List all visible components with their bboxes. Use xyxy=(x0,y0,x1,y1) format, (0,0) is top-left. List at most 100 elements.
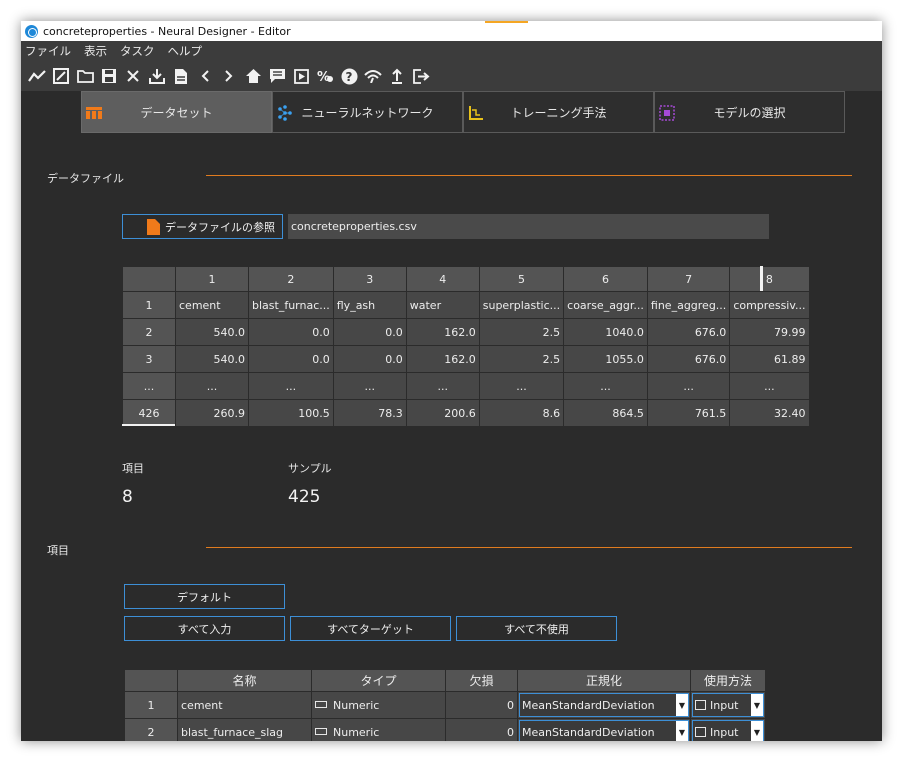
use-select[interactable]: Input ▼ xyxy=(690,718,766,741)
variables-count-value: 8 xyxy=(122,487,133,507)
table-cell: fine_aggreg... xyxy=(646,291,731,319)
use-value: Input xyxy=(710,698,739,712)
vertical-scrollbar[interactable] xyxy=(760,266,763,291)
window-title: concreteproperties - Neural Designer - E… xyxy=(43,24,291,38)
table-cell: 260.9 xyxy=(175,399,249,427)
menu-bar: ファイル 表示 タスク ヘルプ xyxy=(21,41,882,61)
column-header: 2 xyxy=(248,266,334,292)
forward-icon[interactable] xyxy=(217,65,241,87)
all-unused-button[interactable]: すべて不使用 xyxy=(456,616,617,641)
missing-values-cell: 0 xyxy=(445,691,518,719)
table-cell: ... xyxy=(248,372,334,400)
table-cell: 32.40 xyxy=(729,399,810,427)
tab-label: トレーニング手法 xyxy=(510,105,607,120)
dataset-icon xyxy=(86,107,102,119)
exit-icon[interactable] xyxy=(409,65,433,87)
tab-training-strategy[interactable]: トレーニング手法 xyxy=(463,91,654,133)
samples-count-label: サンプル xyxy=(288,462,332,475)
table-row: 2 540.0 0.0 0.0 162.0 2.5 1040.0 676.0 7… xyxy=(122,318,810,346)
svg-text:?: ? xyxy=(345,70,352,84)
tab-dataset[interactable]: データセット xyxy=(81,91,272,133)
column-header: 使用方法 xyxy=(690,669,766,692)
table-cell: ... xyxy=(332,372,407,400)
variable-name-cell[interactable]: blast_furnace_slag xyxy=(177,718,312,741)
use-value: Input xyxy=(710,725,739,739)
table-cell: 864.5 xyxy=(563,399,648,427)
corner-cell xyxy=(124,669,178,692)
title-accent xyxy=(485,21,528,23)
menu-file[interactable]: ファイル xyxy=(25,43,71,59)
input-icon xyxy=(695,700,706,710)
tasks-icon[interactable]: % xyxy=(313,65,337,87)
all-target-button[interactable]: すべてターゲット xyxy=(290,616,451,641)
network-icon[interactable] xyxy=(361,65,385,87)
document-icon[interactable] xyxy=(169,65,193,87)
comment-icon[interactable] xyxy=(265,65,289,87)
table-cell: 676.0 xyxy=(646,345,731,373)
chevron-down-icon[interactable]: ▼ xyxy=(751,694,763,716)
menu-help[interactable]: ヘルプ xyxy=(168,43,203,59)
table-cell: blast_furnac... xyxy=(248,291,334,319)
tab-neural-network[interactable]: ニューラルネットワーク xyxy=(272,91,463,133)
column-header: 6 xyxy=(563,266,648,292)
table-cell: 162.0 xyxy=(405,318,480,346)
variable-type-cell: Numeric xyxy=(311,718,446,741)
column-header: 4 xyxy=(405,266,480,292)
scaler-select[interactable]: MeanStandardDeviation ▼ xyxy=(517,718,691,741)
variable-type: Numeric xyxy=(333,698,380,712)
close-icon[interactable] xyxy=(121,65,145,87)
neural-designer-logo-icon xyxy=(25,24,38,38)
menu-task[interactable]: タスク xyxy=(120,43,155,59)
play-icon[interactable] xyxy=(289,65,313,87)
home-icon[interactable] xyxy=(241,65,265,87)
download-icon[interactable] xyxy=(145,65,169,87)
column-header: 5 xyxy=(478,266,565,292)
chevron-down-icon[interactable]: ▼ xyxy=(676,721,688,741)
upload-icon[interactable] xyxy=(385,65,409,87)
line-chart-icon[interactable] xyxy=(25,65,49,87)
open-folder-icon[interactable] xyxy=(73,65,97,87)
table-cell: 540.0 xyxy=(175,345,249,373)
input-icon xyxy=(695,727,706,737)
edit-chart-icon[interactable] xyxy=(49,65,73,87)
save-icon[interactable] xyxy=(97,65,121,87)
table-cell: compressiv... xyxy=(729,291,810,319)
table-cell: coarse_aggr... xyxy=(563,291,648,319)
numeric-icon xyxy=(315,727,327,735)
menu-view[interactable]: 表示 xyxy=(84,43,107,59)
table-cell: ... xyxy=(563,372,648,400)
tab-model-selection[interactable]: モデルの選択 xyxy=(654,91,845,133)
back-icon[interactable] xyxy=(193,65,217,87)
row-header: 1 xyxy=(122,291,176,319)
scaler-select[interactable]: MeanStandardDeviation ▼ xyxy=(517,691,691,719)
table-cell: 8.6 xyxy=(478,399,565,427)
table-cell: ... xyxy=(405,372,480,400)
use-select[interactable]: Input ▼ xyxy=(690,691,766,719)
chevron-down-icon[interactable]: ▼ xyxy=(676,694,688,716)
row-header: 2 xyxy=(124,718,178,741)
scaler-value: MeanStandardDeviation xyxy=(522,698,655,712)
data-preview-table: 1 2 3 4 5 6 7 8 1 cement blast_furnac...… xyxy=(122,266,810,427)
column-header: 名称 xyxy=(177,669,312,692)
browse-data-file-button[interactable]: データファイルの参照 xyxy=(122,214,283,239)
column-header: 正規化 xyxy=(517,669,691,692)
column-header: 欠損 xyxy=(445,669,518,692)
column-header: 7 xyxy=(646,266,731,292)
all-input-button[interactable]: すべて入力 xyxy=(124,616,285,641)
chevron-down-icon[interactable]: ▼ xyxy=(751,721,763,741)
variable-name-cell[interactable]: cement xyxy=(177,691,312,719)
table-cell: 78.3 xyxy=(332,399,407,427)
variable-type: Numeric xyxy=(333,725,380,739)
title-bar: concreteproperties - Neural Designer - E… xyxy=(21,21,882,41)
scaler-value: MeanStandardDeviation xyxy=(522,725,655,739)
table-cell: fly_ash xyxy=(332,291,407,319)
default-button[interactable]: デフォルト xyxy=(124,584,285,609)
table-row: ... ... ... ... ... ... ... ... ... xyxy=(122,372,810,400)
horizontal-scrollbar[interactable] xyxy=(122,424,175,426)
help-icon[interactable]: ? xyxy=(337,65,361,87)
row-header: 3 xyxy=(122,345,176,373)
data-file-path-field[interactable]: concreteproperties.csv xyxy=(288,214,769,239)
variables-count-label: 項目 xyxy=(122,462,144,475)
table-cell: ... xyxy=(175,372,249,400)
table-cell: 2.5 xyxy=(478,345,565,373)
